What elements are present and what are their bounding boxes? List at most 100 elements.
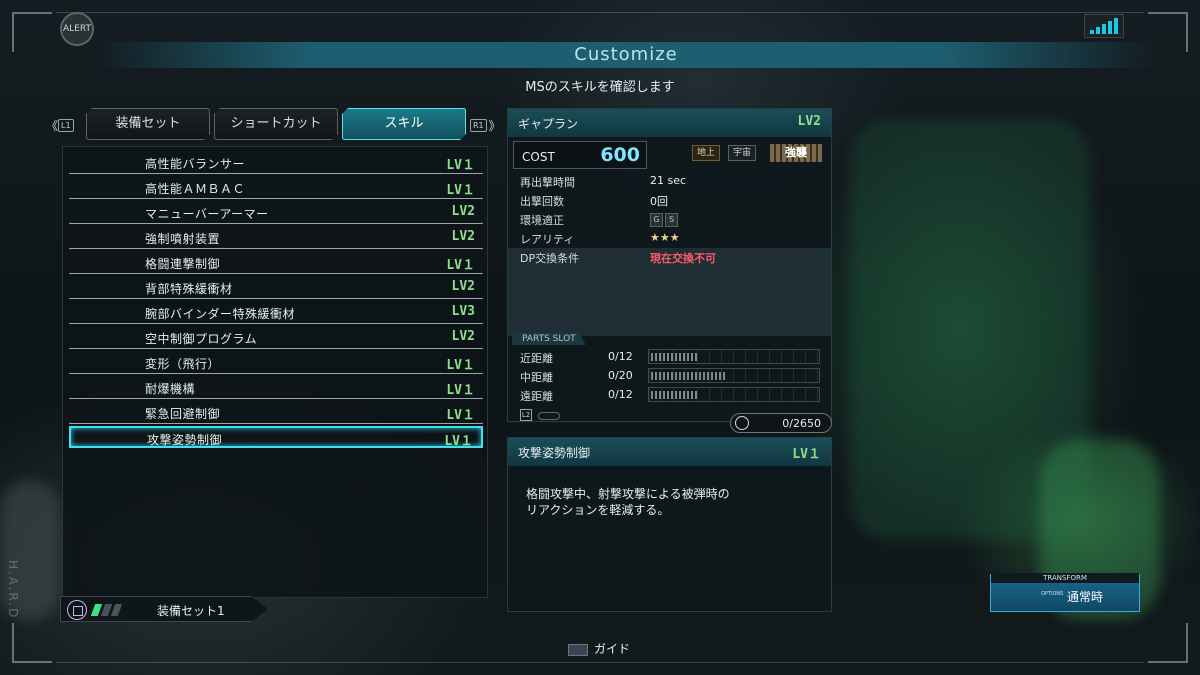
part-slot-gauge xyxy=(648,349,820,364)
part-slot-value: 0/12 xyxy=(608,350,633,363)
part-slot-value: 0/12 xyxy=(608,388,633,401)
loadout-label: 装備セット1 xyxy=(157,604,225,618)
skill-level: LV3 xyxy=(451,304,475,319)
skill-name: 高性能バランサー xyxy=(145,157,246,171)
unit-info-panel: ギャプラン LV2 COST 600 地上 宇宙 強襲 再出撃時間 21 sec… xyxy=(507,108,832,422)
transform-label: TRANSFORM xyxy=(991,573,1139,583)
skill-detail-name: 攻撃姿勢制御 xyxy=(518,446,591,460)
skill-name: 腕部バインダー特殊緩衝材 xyxy=(145,307,296,321)
skill-row[interactable]: 緊急回避制御 LV１ xyxy=(69,400,483,424)
r1-button-icon: R1 xyxy=(470,119,487,132)
skill-level: LV１ xyxy=(446,383,475,398)
skill-name: 背部特殊緩衝材 xyxy=(145,282,233,296)
part-slot-row: 近距離 0/12 xyxy=(508,347,831,366)
skill-level: LV１ xyxy=(446,158,475,173)
skill-row[interactable]: 格闘連撃制御 LV１ xyxy=(69,250,483,274)
gauge-capacity xyxy=(651,353,697,361)
l1-button-icon: L1 xyxy=(58,119,74,132)
options-button-icon: OPTIONS xyxy=(1041,591,1064,597)
tab-skill[interactable]: スキル xyxy=(342,108,466,140)
part-slot-gauge xyxy=(648,368,820,383)
skill-level: LV2 xyxy=(451,204,475,219)
ground-tag: 地上 xyxy=(692,145,721,161)
tab-next-control[interactable]: R1 》 xyxy=(470,117,501,134)
stat-row: 環境適正 GS xyxy=(508,210,831,229)
skill-row[interactable]: 空中制御プログラム LV2 xyxy=(69,325,483,349)
space-env-icon: S xyxy=(665,213,678,227)
skill-name: 空中制御プログラム xyxy=(145,332,258,346)
skill-name: 耐爆機構 xyxy=(145,382,196,396)
skill-level: LV１ xyxy=(444,434,473,449)
stat-row: 出撃回数 0回 xyxy=(508,191,831,210)
parts-points-display: 0/2650 xyxy=(730,413,832,433)
skill-row[interactable]: 高性能バランサー LV１ xyxy=(69,150,483,174)
skill-row[interactable]: 強制噴射装置 LV2 xyxy=(69,225,483,249)
stat-value: 21 sec xyxy=(650,174,687,187)
space-tag: 宇宙 xyxy=(728,145,757,161)
chevron-right-icon: 》 xyxy=(488,119,501,133)
skill-name: 変形（飛行） xyxy=(145,357,221,371)
skill-row[interactable]: マニューバーアーマー LV2 xyxy=(69,200,483,224)
frame-corner xyxy=(12,12,52,52)
loadout-selector[interactable]: 装備セット1 xyxy=(60,596,268,622)
stat-label: 再出撃時間 xyxy=(520,176,575,189)
tab-prev-control[interactable]: 《 L1 xyxy=(46,117,76,134)
unit-header: ギャプラン LV2 xyxy=(508,109,831,137)
skill-level: LV１ xyxy=(446,258,475,273)
alert-indicator: ALERT xyxy=(60,12,94,46)
rarity-stars: ★★★ xyxy=(650,231,680,244)
unit-level: LV2 xyxy=(797,114,821,129)
stat-row: DP交換条件 現在交換不可 xyxy=(508,248,831,336)
l2-button-icon[interactable]: L2 xyxy=(520,409,532,421)
parts-points-value: 0/2650 xyxy=(782,417,821,430)
skill-level: LV2 xyxy=(451,229,475,244)
stat-value: 現在交換不可 xyxy=(650,252,716,265)
skill-level: LV１ xyxy=(446,408,475,423)
skill-name: 格闘連撃制御 xyxy=(145,257,221,271)
part-slot-label: 中距離 xyxy=(520,371,553,384)
transform-state: 通常時 xyxy=(1067,590,1104,604)
toggle-indicator-icon xyxy=(538,412,560,420)
page-title: Customize xyxy=(574,44,678,65)
frame-line xyxy=(56,12,1144,13)
skill-row[interactable]: 腕部バインダー特殊緩衝材 LV3 xyxy=(69,300,483,324)
tab-shortcut[interactable]: ショートカット xyxy=(214,108,338,140)
skill-row[interactable]: 変形（飛行） LV１ xyxy=(69,350,483,374)
part-slot-row: 遠距離 0/12 xyxy=(508,385,831,404)
part-slot-row: 中距離 0/20 xyxy=(508,366,831,385)
frame-corner xyxy=(1148,623,1188,663)
skill-row[interactable]: 耐爆機構 LV１ xyxy=(69,375,483,399)
skill-row[interactable]: 高性能ＡＭＢＡＣ LV１ xyxy=(69,175,483,199)
skill-level: LV１ xyxy=(446,183,475,198)
part-slot-gauge xyxy=(648,387,820,402)
stat-label: DP交換条件 xyxy=(520,252,580,265)
part-slot-value: 0/20 xyxy=(608,369,633,382)
part-slot-label: 遠距離 xyxy=(520,390,553,403)
tab-loadout[interactable]: 装備セット xyxy=(86,108,210,140)
stat-value: 0回 xyxy=(650,195,668,208)
gauge-capacity xyxy=(651,391,697,399)
transform-toggle[interactable]: TRANSFORM OPTIONS 通常時 xyxy=(990,573,1140,612)
page-subtitle: MSのスキルを確認します xyxy=(525,80,675,95)
gauge-capacity xyxy=(651,372,727,380)
part-slot-label: 近距離 xyxy=(520,352,553,365)
wrench-icon xyxy=(735,416,749,430)
cost-label: COST xyxy=(522,150,555,164)
stat-label: レアリティ xyxy=(520,233,575,246)
stat-row: レアリティ ★★★ xyxy=(508,229,831,248)
skill-name: 強制噴射装置 xyxy=(145,232,221,246)
skill-name: 攻撃姿勢制御 xyxy=(147,433,223,447)
chevron-left-icon: 《 xyxy=(46,119,59,133)
touchpad-icon xyxy=(568,643,588,656)
parts-slot-label: PARTS SLOT xyxy=(512,333,586,345)
unit-name: ギャプラン xyxy=(518,117,579,131)
skill-row-selected[interactable]: 攻撃姿勢制御 LV１ xyxy=(69,426,483,449)
ground-env-icon: G xyxy=(650,213,663,227)
skill-row[interactable]: 背部特殊緩衝材 LV2 xyxy=(69,275,483,299)
signal-strength-icon xyxy=(1084,14,1124,38)
skill-list-panel: 高性能バランサー LV１ 高性能ＡＭＢＡＣ LV１ マニューバーアーマー LV2… xyxy=(62,146,488,598)
guide-button[interactable]: ガイド xyxy=(568,640,630,657)
skill-description: 格闘攻撃中、射撃攻撃による被弾時の リアクションを軽減する。 xyxy=(526,487,730,517)
stat-row: 再出撃時間 21 sec xyxy=(508,172,831,191)
skill-detail-level: LV１ xyxy=(792,447,821,462)
